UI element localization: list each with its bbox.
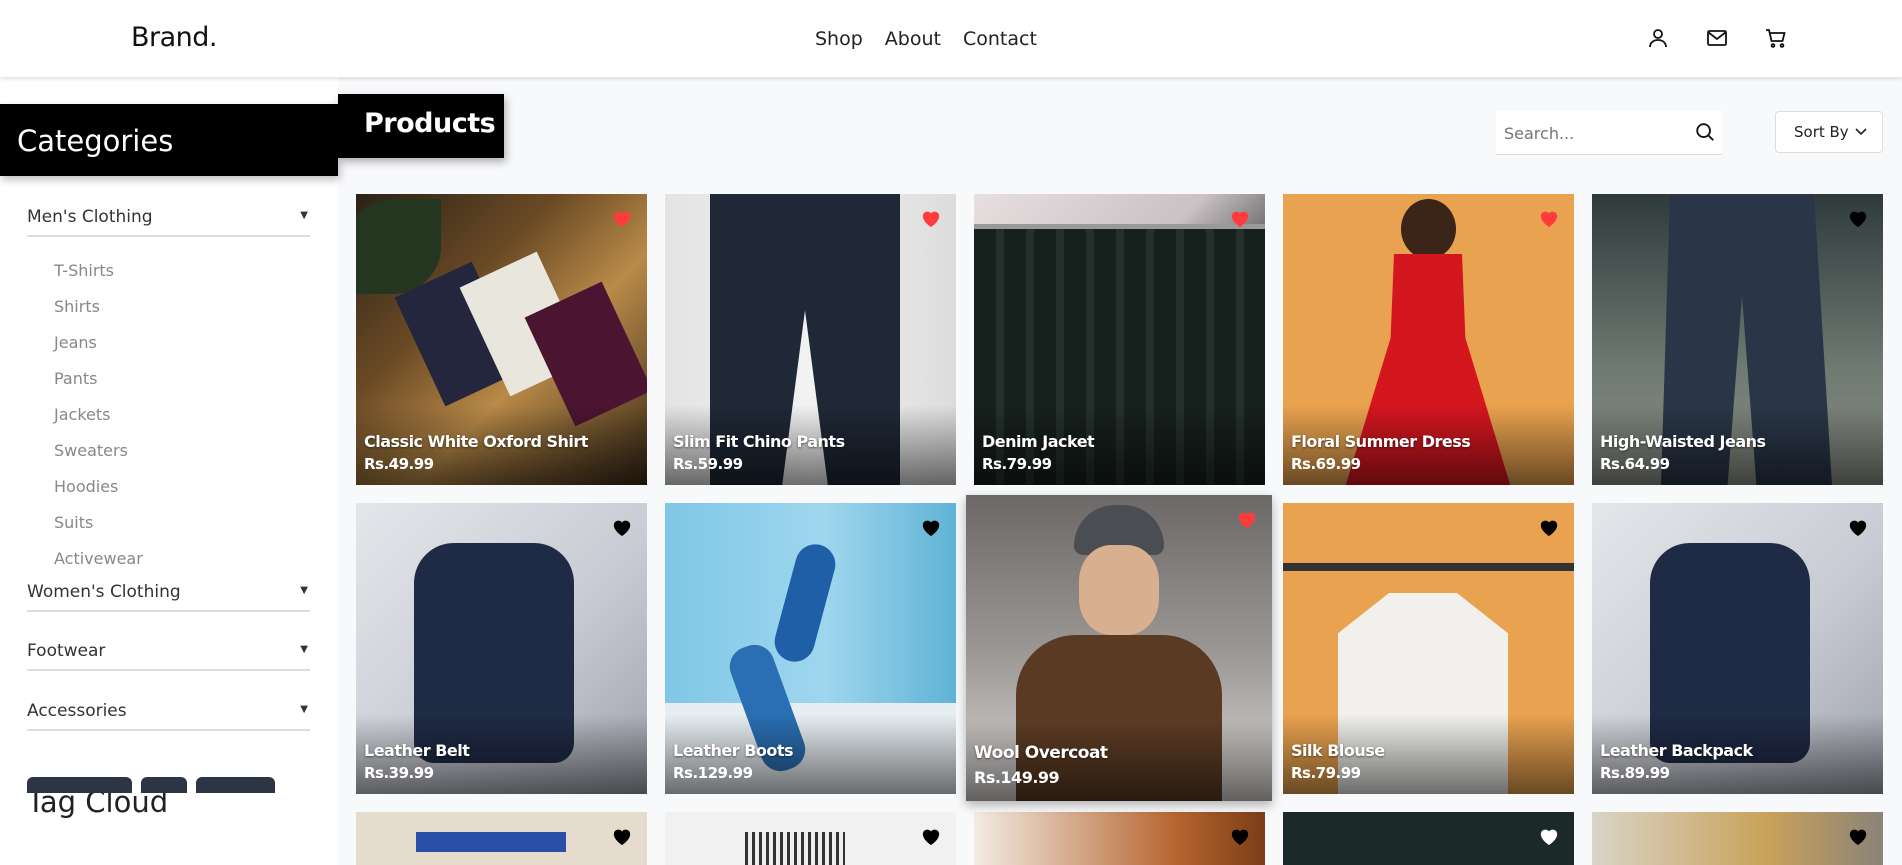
tag-chip[interactable] — [27, 777, 132, 793]
favorite-heart-icon[interactable] — [920, 517, 942, 537]
favorite-heart-icon[interactable] — [1229, 826, 1251, 846]
category-mens-clothing[interactable]: Men's Clothing ▼ — [27, 207, 310, 237]
top-header: Brand. Shop About Contact — [0, 0, 1902, 77]
category-label: Accessories — [27, 701, 127, 721]
product-name: Floral Summer Dress — [1291, 432, 1471, 451]
favorite-heart-icon[interactable] — [1538, 208, 1560, 228]
product-price: Rs.79.99 — [982, 455, 1052, 473]
search-icon[interactable] — [1694, 121, 1716, 147]
favorite-heart-icon[interactable] — [1847, 826, 1869, 846]
favorite-heart-icon[interactable] — [1847, 517, 1869, 537]
brand-logo[interactable]: Brand. — [131, 22, 218, 53]
subcategory-item[interactable]: Hoodies — [54, 477, 118, 496]
category-label: Women's Clothing — [27, 582, 181, 602]
subcategory-item[interactable]: Sweaters — [54, 441, 128, 460]
product-card[interactable] — [1283, 812, 1574, 865]
product-card[interactable]: Wool Overcoat Rs.149.99 — [966, 495, 1272, 801]
product-name: Denim Jacket — [982, 432, 1095, 451]
subcategory-item[interactable]: Suits — [54, 513, 93, 532]
product-card[interactable]: Slim Fit Chino Pants Rs.59.99 — [665, 194, 956, 485]
favorite-heart-icon[interactable] — [611, 517, 633, 537]
caret-down-icon: ▼ — [300, 704, 308, 715]
main-nav: Shop About Contact — [815, 28, 1059, 50]
category-sidebar: Categories Men's Clothing ▼ T-Shirts Shi… — [0, 77, 338, 865]
user-icon[interactable] — [1646, 26, 1672, 52]
favorite-heart-icon[interactable] — [920, 208, 942, 228]
category-accessories[interactable]: Accessories ▼ — [27, 701, 310, 731]
favorite-heart-icon[interactable] — [1236, 509, 1258, 529]
heel-shoe — [770, 539, 840, 667]
product-name: Leather Backpack — [1600, 741, 1753, 760]
product-price: Rs.39.99 — [364, 764, 434, 782]
product-price: Rs.49.99 — [364, 455, 434, 473]
product-price: Rs.89.99 — [1600, 764, 1670, 782]
product-price: Rs.129.99 — [673, 764, 753, 782]
product-card[interactable]: Leather Belt Rs.39.99 — [356, 503, 647, 794]
product-card[interactable]: High-Waisted Jeans Rs.64.99 — [1592, 194, 1883, 485]
favorite-heart-icon[interactable] — [611, 826, 633, 846]
favorite-heart-icon[interactable] — [920, 826, 942, 846]
product-price: Rs.79.99 — [1291, 764, 1361, 782]
sort-label: Sort By — [1794, 123, 1849, 141]
product-name: Leather Belt — [364, 741, 470, 760]
favorite-heart-icon[interactable] — [1538, 517, 1560, 537]
product-name: Wool Overcoat — [974, 743, 1108, 763]
nav-shop[interactable]: Shop — [815, 28, 863, 50]
product-card[interactable]: Leather Backpack Rs.89.99 — [1592, 503, 1883, 794]
product-price: Rs.69.99 — [1291, 455, 1361, 473]
caret-down-icon: ▼ — [300, 585, 308, 596]
category-footwear[interactable]: Footwear ▼ — [27, 641, 310, 671]
favorite-heart-icon[interactable] — [1229, 208, 1251, 228]
product-name: Slim Fit Chino Pants — [673, 432, 845, 451]
categories-heading: Categories — [0, 104, 338, 176]
product-price: Rs.59.99 — [673, 455, 743, 473]
product-card[interactable] — [1592, 812, 1883, 865]
product-card[interactable] — [665, 812, 956, 865]
product-price: Rs.149.99 — [974, 768, 1060, 787]
tag-chip[interactable] — [141, 777, 187, 793]
subcategory-item[interactable]: T-Shirts — [54, 261, 114, 280]
caret-down-icon: ▼ — [300, 210, 308, 221]
product-name: High-Waisted Jeans — [1600, 432, 1766, 451]
product-card[interactable]: Denim Jacket Rs.79.99 — [974, 194, 1265, 485]
category-label: Men's Clothing — [27, 207, 153, 227]
search-box — [1496, 111, 1722, 155]
plant-leaf — [356, 199, 441, 294]
mail-icon[interactable] — [1705, 26, 1731, 52]
subcategory-item[interactable]: Pants — [54, 369, 97, 388]
product-price: Rs.64.99 — [1600, 455, 1670, 473]
favorite-heart-icon[interactable] — [1847, 208, 1869, 228]
model-face — [1079, 545, 1159, 635]
sort-by-button[interactable]: Sort By — [1775, 111, 1883, 153]
product-card[interactable]: Classic White Oxford Shirt Rs.49.99 — [356, 194, 647, 485]
category-label: Footwear — [27, 641, 106, 661]
product-card[interactable]: Silk Blouse Rs.79.99 — [1283, 503, 1574, 794]
nav-contact[interactable]: Contact — [963, 28, 1037, 50]
nav-about[interactable]: About — [885, 28, 941, 50]
search-input[interactable] — [1504, 119, 1684, 147]
subcategory-item[interactable]: Jackets — [54, 405, 110, 424]
favorite-heart-icon[interactable] — [1538, 826, 1560, 846]
caret-down-icon: ▼ — [300, 644, 308, 655]
favorite-heart-icon[interactable] — [611, 208, 633, 228]
product-name: Silk Blouse — [1291, 741, 1385, 760]
print-graphic — [416, 832, 566, 852]
subcategory-item[interactable]: Shirts — [54, 297, 100, 316]
striped-shirt — [745, 832, 845, 865]
clothing-rail — [1283, 563, 1574, 571]
product-card[interactable] — [356, 812, 647, 865]
category-womens-clothing[interactable]: Women's Clothing ▼ — [27, 582, 310, 612]
chevron-down-icon — [1855, 128, 1868, 136]
cart-icon[interactable] — [1764, 26, 1790, 52]
model-head — [1401, 199, 1456, 259]
product-card[interactable] — [974, 812, 1265, 865]
subcategory-item[interactable]: Activewear — [54, 549, 143, 568]
subcategory-item[interactable]: Jeans — [54, 333, 97, 352]
products-heading: Products — [338, 94, 504, 158]
product-name: Classic White Oxford Shirt — [364, 432, 588, 451]
product-name: Leather Boots — [673, 741, 794, 760]
product-card[interactable]: Leather Boots Rs.129.99 — [665, 503, 956, 794]
product-card[interactable]: Floral Summer Dress Rs.69.99 — [1283, 194, 1574, 485]
tag-chip[interactable] — [196, 777, 275, 793]
